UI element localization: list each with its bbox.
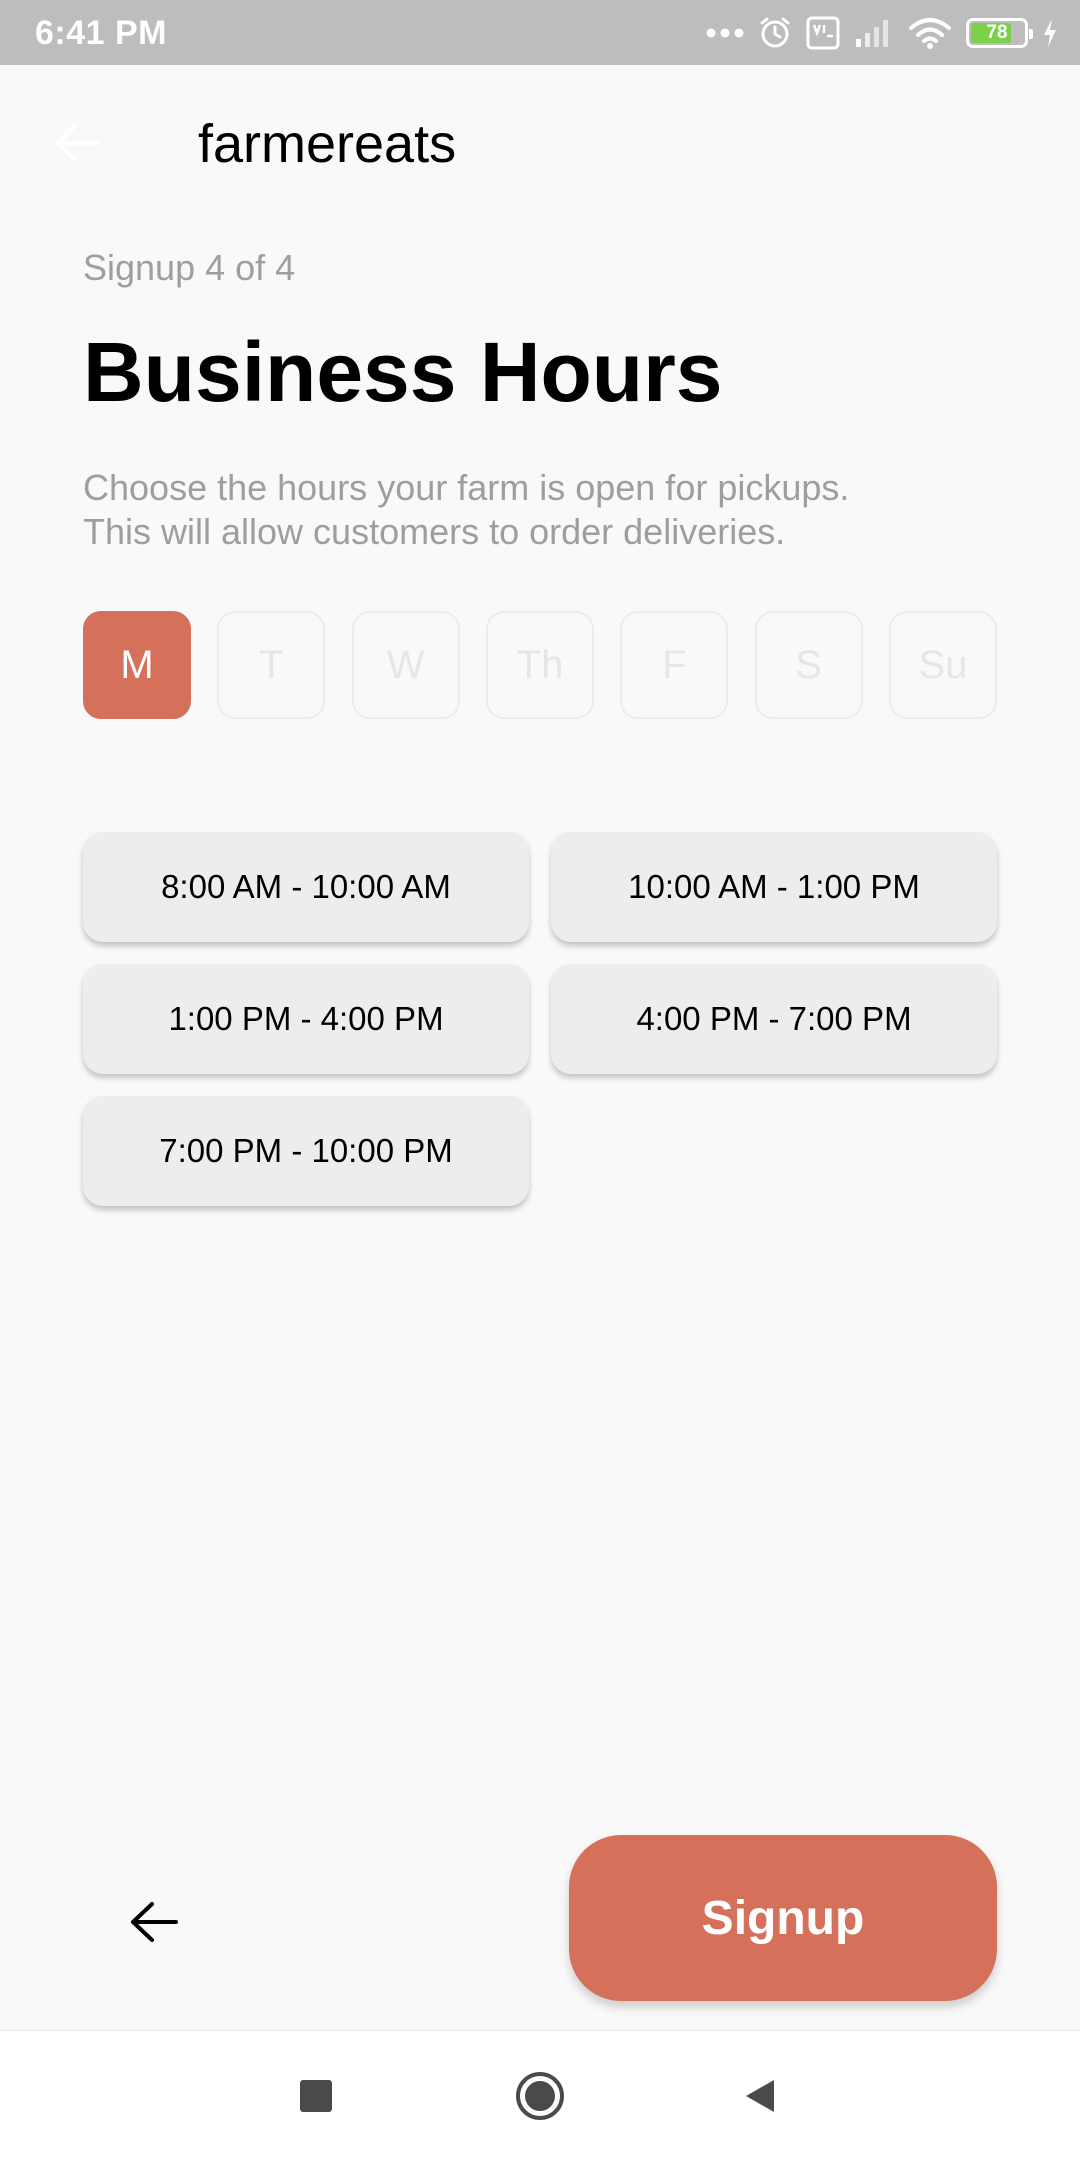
- time-slot-button[interactable]: 4:00 PM - 7:00 PM: [551, 964, 997, 1074]
- time-slot-button[interactable]: 1:00 PM - 4:00 PM: [83, 964, 529, 1074]
- time-slot-button[interactable]: 8:00 AM - 10:00 AM: [83, 832, 529, 942]
- day-selector: M T W Th F S Su: [83, 611, 997, 721]
- alarm-icon: [760, 17, 790, 48]
- volte-icon: [806, 16, 840, 50]
- status-icons: 78: [706, 12, 1058, 54]
- day-tuesday[interactable]: T: [217, 611, 326, 719]
- arrow-left-icon: [131, 1902, 178, 1942]
- recents-button[interactable]: [283, 2063, 349, 2129]
- back-button[interactable]: [118, 1886, 190, 1958]
- day-thursday[interactable]: Th: [485, 611, 594, 719]
- home-button[interactable]: [507, 2063, 573, 2129]
- recents-square-icon: [300, 2080, 332, 2112]
- charging-icon: [1044, 19, 1056, 47]
- status-time: 6:41 PM: [35, 14, 167, 52]
- more-dots-icon: [706, 28, 744, 38]
- system-nav-bar: [0, 2030, 1080, 2161]
- day-monday[interactable]: M: [83, 611, 191, 719]
- day-wednesday[interactable]: W: [351, 611, 460, 719]
- description-line-2: This will allow customers to order deliv…: [83, 511, 786, 552]
- home-circle-icon: [516, 2072, 564, 2120]
- description-line-1: Choose the hours your farm is open for p…: [83, 467, 850, 508]
- page-title: Business Hours: [83, 325, 723, 419]
- step-label: Signup 4 of 4: [83, 247, 296, 288]
- description: Choose the hours your farm is open for p…: [83, 466, 1013, 554]
- wifi-icon: [909, 18, 951, 49]
- signal-icon: [856, 20, 888, 47]
- time-slot-grid: 8:00 AM - 10:00 AM 10:00 AM - 1:00 PM 1:…: [83, 832, 997, 1206]
- day-friday[interactable]: F: [620, 611, 729, 719]
- app-name: farmereats: [198, 114, 457, 174]
- status-bar: 6:41 PM 78: [0, 0, 1080, 65]
- day-sunday[interactable]: Su: [888, 611, 997, 719]
- day-saturday[interactable]: S: [754, 611, 863, 719]
- battery-percent: 78: [986, 22, 1008, 43]
- time-slot-button[interactable]: 10:00 AM - 1:00 PM: [551, 832, 997, 942]
- signup-button[interactable]: Signup: [569, 1835, 997, 2001]
- back-triangle-icon: [746, 2080, 774, 2112]
- time-slot-button[interactable]: 7:00 PM - 10:00 PM: [83, 1096, 529, 1206]
- arrow-left-icon: [56, 124, 99, 162]
- battery-icon: 78: [966, 18, 1033, 48]
- header-back-button[interactable]: [46, 112, 108, 174]
- nav-back-button[interactable]: [727, 2063, 793, 2129]
